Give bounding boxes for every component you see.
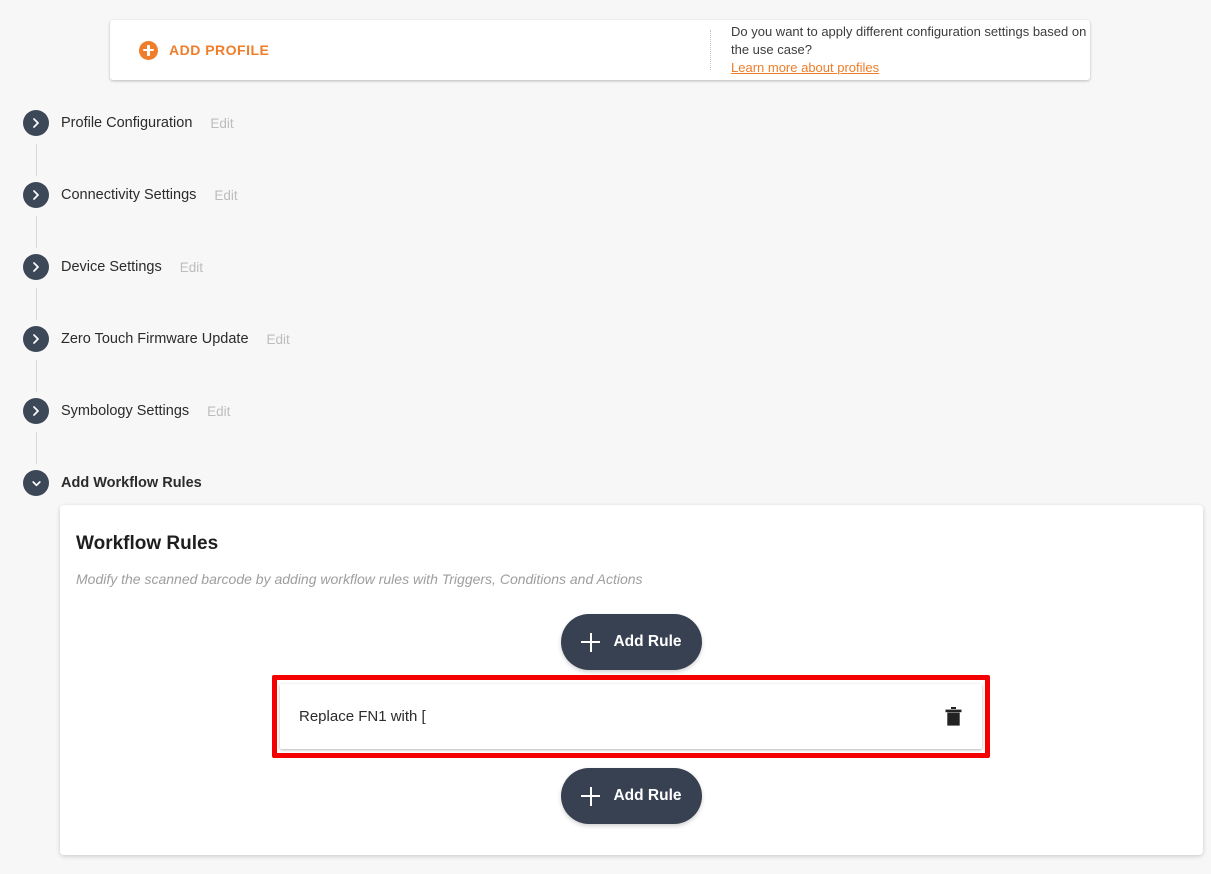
add-rule-button-top[interactable]: Add Rule — [561, 614, 702, 670]
banner-question-text: Do you want to apply different configura… — [731, 24, 1087, 57]
step-title: Profile Configuration — [61, 115, 193, 131]
plus-icon — [581, 786, 601, 806]
add-rule-top-container: Add Rule — [60, 614, 1203, 670]
add-rule-bottom-container: Add Rule — [60, 768, 1203, 824]
sidebar-item-profile-configuration[interactable]: Profile Configuration Edit — [0, 104, 1211, 176]
configuration-stepper: Profile Configuration Edit Connectivity … — [0, 104, 1211, 536]
add-rule-button-bottom[interactable]: Add Rule — [561, 768, 702, 824]
plus-circle-icon — [139, 40, 158, 60]
add-profile-label: ADD PROFILE — [169, 42, 270, 58]
page-title: Workflow Rules — [76, 533, 219, 554]
banner-right-section: Do you want to apply different configura… — [731, 20, 1090, 80]
sidebar-item-connectivity-settings[interactable]: Connectivity Settings Edit — [0, 176, 1211, 248]
step-title: Symbology Settings — [61, 403, 190, 419]
step-edit-link[interactable]: Edit — [207, 404, 230, 419]
step-edit-link[interactable]: Edit — [180, 260, 203, 275]
step-connector-line — [36, 288, 37, 320]
plus-icon — [581, 632, 601, 652]
step-title: Device Settings — [61, 259, 162, 275]
step-connector-line — [36, 360, 37, 392]
page-root: ADD PROFILE Do you want to apply differe… — [0, 0, 1211, 874]
sidebar-item-zero-touch-firmware-update[interactable]: Zero Touch Firmware Update Edit — [0, 320, 1211, 392]
chevron-down-icon[interactable] — [23, 470, 49, 496]
chevron-right-icon[interactable] — [23, 398, 49, 424]
rule-highlight-annotation — [272, 675, 990, 758]
banner-left-section: ADD PROFILE — [110, 20, 600, 80]
add-rule-label: Add Rule — [613, 787, 682, 804]
step-edit-link[interactable]: Edit — [210, 116, 233, 131]
step-title: Add Workflow Rules — [61, 475, 202, 491]
step-connector-line — [36, 144, 37, 176]
step-edit-link[interactable]: Edit — [214, 188, 237, 203]
add-rule-label: Add Rule — [613, 633, 682, 650]
add-profile-button[interactable]: ADD PROFILE — [139, 40, 270, 60]
sidebar-item-device-settings[interactable]: Device Settings Edit — [0, 248, 1211, 320]
step-edit-link[interactable]: Edit — [267, 332, 290, 347]
learn-more-about-profiles-link[interactable]: Learn more about profiles — [731, 59, 1090, 77]
sidebar-item-symbology-settings[interactable]: Symbology Settings Edit — [0, 392, 1211, 464]
add-profile-banner: ADD PROFILE Do you want to apply differe… — [110, 20, 1090, 80]
chevron-right-icon[interactable] — [23, 110, 49, 136]
chevron-right-icon[interactable] — [23, 254, 49, 280]
step-title: Zero Touch Firmware Update — [61, 331, 249, 347]
panel-subtitle: Modify the scanned barcode by adding wor… — [76, 571, 643, 587]
chevron-right-icon[interactable] — [23, 326, 49, 352]
step-title: Connectivity Settings — [61, 187, 197, 203]
step-connector-line — [36, 216, 37, 248]
step-connector-line — [36, 432, 37, 464]
chevron-right-icon[interactable] — [23, 182, 49, 208]
banner-dotted-divider — [710, 30, 711, 70]
